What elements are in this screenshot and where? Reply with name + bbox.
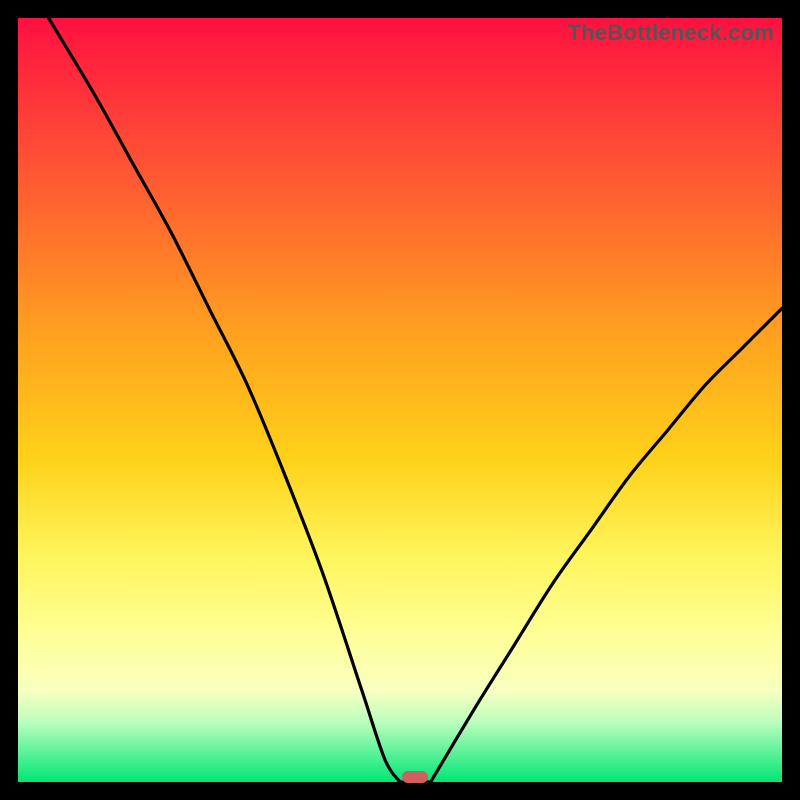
chart-frame: TheBottleneck.com [0,0,800,800]
bottleneck-curve [18,18,782,782]
plot-area: TheBottleneck.com [18,18,782,782]
optimum-marker [402,771,428,783]
curve-path [49,18,782,782]
